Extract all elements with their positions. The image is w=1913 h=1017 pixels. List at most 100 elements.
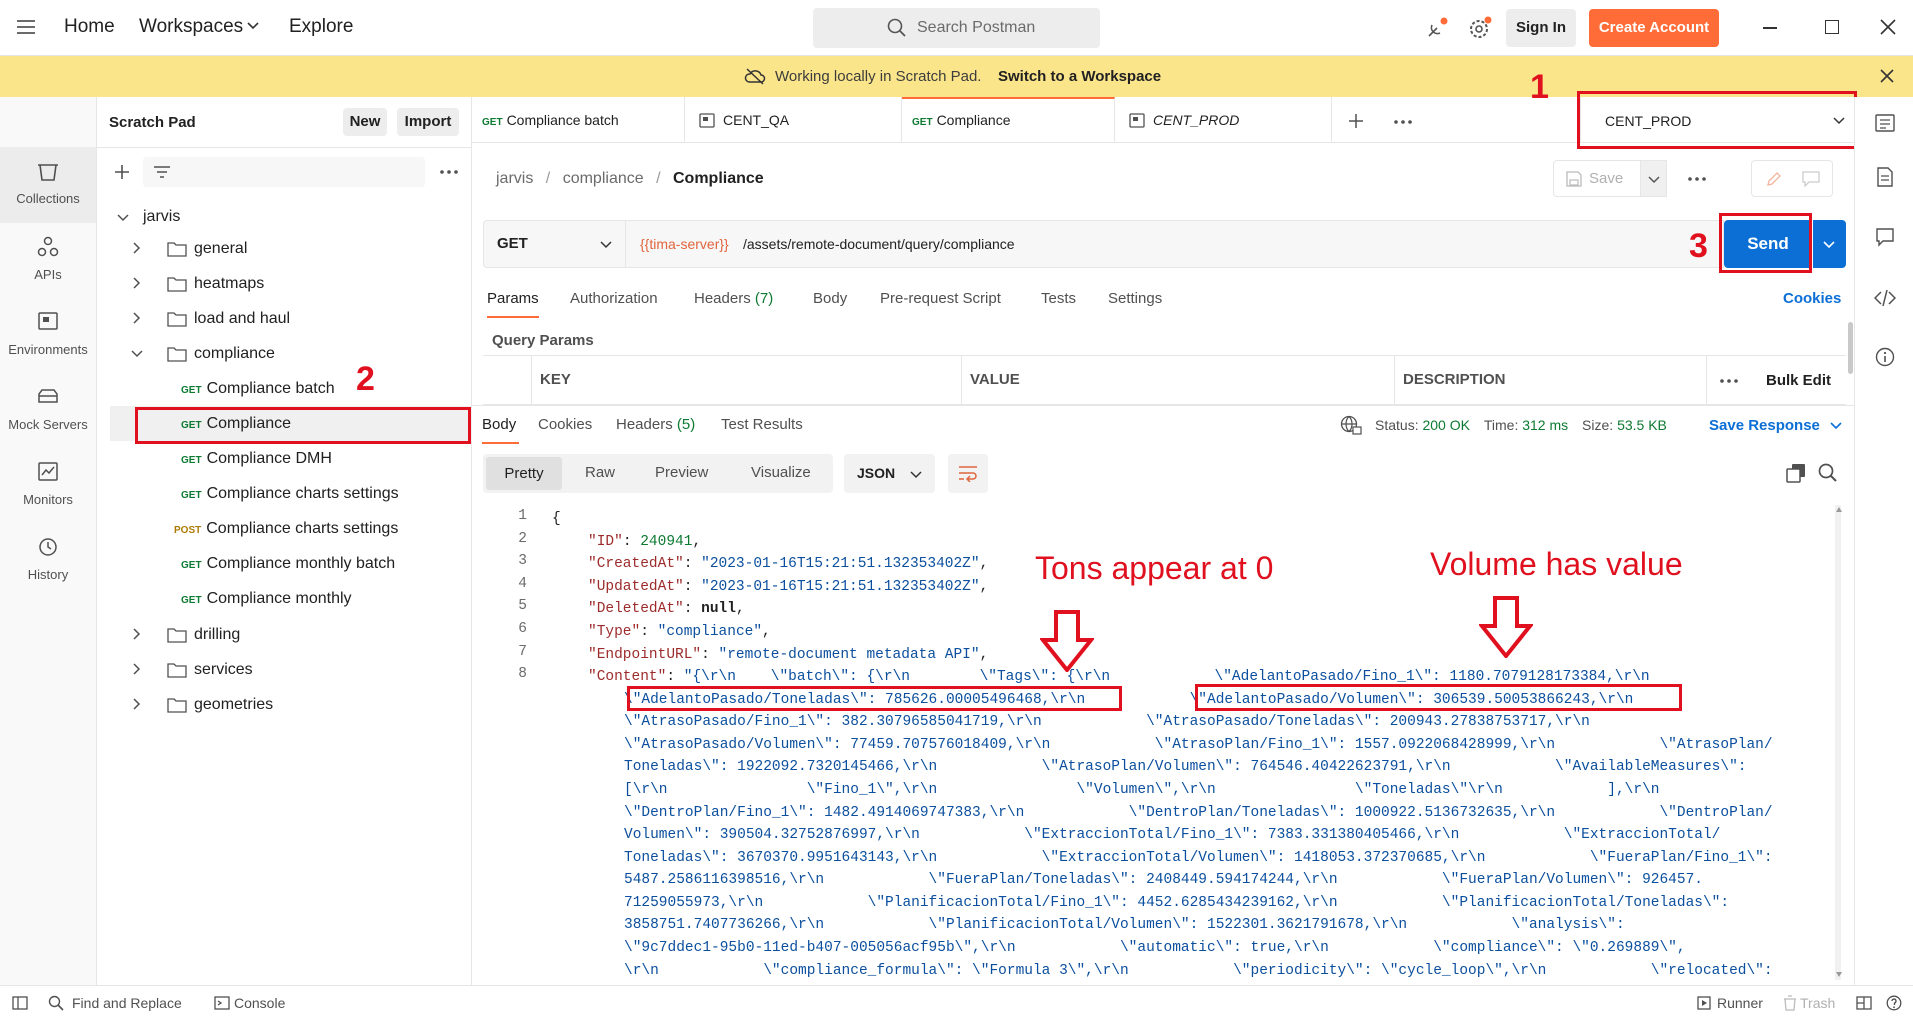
save-dropdown[interactable] <box>1640 160 1667 197</box>
more-options-icon[interactable] <box>440 170 458 174</box>
view-visualize[interactable]: Visualize <box>751 464 811 481</box>
code-icon[interactable] <box>1874 289 1896 307</box>
help-icon[interactable] <box>1886 995 1902 1011</box>
rail-history[interactable]: History <box>0 523 96 598</box>
folder-services[interactable]: services <box>194 661 253 679</box>
minimize-icon[interactable] <box>1763 27 1777 29</box>
rail-monitors[interactable]: Monitors <box>0 448 96 523</box>
scroll-up-arrow[interactable] <box>1836 507 1842 512</box>
folder-heatmaps[interactable]: heatmaps <box>194 275 264 293</box>
folder-drilling[interactable]: drilling <box>194 626 240 644</box>
nav-home[interactable]: Home <box>64 16 115 38</box>
code-scrollbar[interactable] <box>1835 505 1841 980</box>
breadcrumb-compliance[interactable]: compliance <box>563 170 644 187</box>
request-item[interactable]: GET Compliance charts settings <box>181 485 399 503</box>
search-icon[interactable] <box>1818 463 1838 483</box>
chevron-right-icon[interactable] <box>131 663 143 675</box>
view-preview[interactable]: Preview <box>655 464 708 481</box>
tab-overflow-icon[interactable] <box>1394 120 1412 124</box>
chevron-down-icon[interactable] <box>131 348 143 360</box>
new-button[interactable]: New <box>343 108 387 136</box>
request-more-icon[interactable] <box>1688 177 1706 181</box>
tab-headers[interactable]: Headers (7) <box>694 290 773 307</box>
banner-close-icon[interactable] <box>1880 69 1894 83</box>
console-button[interactable]: Console <box>234 995 285 1011</box>
tab-compliance-active[interactable]: GET Compliance <box>902 97 1115 143</box>
chevron-right-icon[interactable] <box>131 312 143 324</box>
copy-icon[interactable] <box>1786 463 1806 483</box>
trash-button[interactable]: Trash <box>1800 995 1835 1011</box>
request-item[interactable]: GET Compliance batch <box>181 380 335 398</box>
wrap-lines-button[interactable] <box>948 454 988 493</box>
resp-tab-cookies[interactable]: Cookies <box>538 416 592 433</box>
rail-mock-servers[interactable]: Mock Servers <box>0 373 96 448</box>
time-value[interactable]: 312 ms <box>1522 417 1568 433</box>
view-raw[interactable]: Raw <box>585 464 615 481</box>
cookies-link[interactable]: Cookies <box>1783 290 1841 307</box>
layout-two-pane-icon[interactable] <box>1856 996 1872 1010</box>
sidebar-toggle-icon[interactable] <box>12 996 28 1010</box>
find-replace-button[interactable]: Find and Replace <box>72 995 182 1011</box>
pencil-icon[interactable] <box>1766 171 1782 187</box>
plus-icon[interactable] <box>114 164 130 180</box>
chevron-down-icon[interactable] <box>1830 422 1842 430</box>
comments-icon[interactable] <box>1875 227 1895 247</box>
collection-jarvis[interactable]: jarvis <box>143 208 180 226</box>
tab-authorization[interactable]: Authorization <box>570 290 658 307</box>
tab-params[interactable]: Params <box>487 290 539 307</box>
size-value[interactable]: 53.5 KB <box>1617 417 1667 433</box>
menu-icon[interactable] <box>17 20 35 34</box>
request-item[interactable]: GET Compliance monthly <box>181 590 352 608</box>
folder-load-and-haul[interactable]: load and haul <box>194 310 290 328</box>
documentation-icon[interactable] <box>1876 167 1894 187</box>
tab-cent-prod[interactable]: CENT_PROD <box>1115 97 1332 143</box>
gear-icon[interactable] <box>1467 15 1493 41</box>
url-input[interactable]: {{tima-server}} /assets/remote-document/… <box>626 220 1724 268</box>
scroll-down-arrow[interactable] <box>1836 972 1842 977</box>
resp-tab-headers[interactable]: Headers (5) <box>616 416 695 433</box>
status-value[interactable]: 200 OK <box>1422 417 1469 433</box>
page-title[interactable]: Compliance <box>673 170 764 187</box>
filter-input[interactable] <box>143 157 425 187</box>
chevron-right-icon[interactable] <box>131 698 143 710</box>
tab-cent-qa[interactable]: CENT_QA <box>685 97 902 143</box>
search-input[interactable]: Search Postman <box>813 8 1100 48</box>
format-select[interactable]: JSON <box>844 454 935 493</box>
folder-geometries[interactable]: geometries <box>194 696 273 714</box>
create-account-button[interactable]: Create Account <box>1589 9 1719 47</box>
switch-workspace-link[interactable]: Switch to a Workspace <box>998 68 1161 85</box>
tab-compliance-batch[interactable]: GET Compliance batch <box>472 97 685 143</box>
chevron-down-icon[interactable] <box>117 212 129 224</box>
table-more-icon[interactable] <box>1720 379 1738 383</box>
view-pretty[interactable]: Pretty <box>486 457 562 490</box>
comment-icon[interactable] <box>1802 171 1820 187</box>
tab-pre-request-script[interactable]: Pre-request Script <box>880 290 1001 307</box>
chevron-right-icon[interactable] <box>131 277 143 289</box>
environment-quicklook-icon[interactable] <box>1875 113 1895 133</box>
rail-apis[interactable]: APIs <box>0 223 96 298</box>
chevron-down-icon[interactable] <box>247 22 259 30</box>
runner-button[interactable]: Runner <box>1717 995 1763 1011</box>
nav-workspaces[interactable]: Workspaces <box>139 16 243 38</box>
folder-compliance[interactable]: compliance <box>194 345 275 363</box>
globe-icon[interactable] <box>1340 415 1362 435</box>
close-icon[interactable] <box>1880 19 1896 35</box>
tab-body[interactable]: Body <box>813 290 847 307</box>
chevron-right-icon[interactable] <box>131 628 143 640</box>
resp-tab-body[interactable]: Body <box>482 416 516 433</box>
resp-tab-test-results[interactable]: Test Results <box>721 416 803 433</box>
request-item[interactable]: GET Compliance DMH <box>181 450 332 468</box>
import-button[interactable]: Import <box>397 108 459 136</box>
request-item[interactable]: POST Compliance charts settings <box>174 520 398 538</box>
rail-collections[interactable]: Collections <box>0 147 96 223</box>
send-dropdown[interactable] <box>1813 220 1846 268</box>
method-select[interactable]: GET <box>483 220 626 268</box>
breadcrumb-jarvis[interactable]: jarvis <box>496 170 533 187</box>
new-tab-plus-icon[interactable] <box>1348 113 1364 129</box>
bulk-edit-button[interactable]: Bulk Edit <box>1766 372 1831 389</box>
tab-tests[interactable]: Tests <box>1041 290 1076 307</box>
maximize-icon[interactable] <box>1825 20 1839 34</box>
save-response-button[interactable]: Save Response <box>1709 417 1820 434</box>
folder-general[interactable]: general <box>194 240 247 258</box>
info-icon[interactable] <box>1875 347 1895 367</box>
